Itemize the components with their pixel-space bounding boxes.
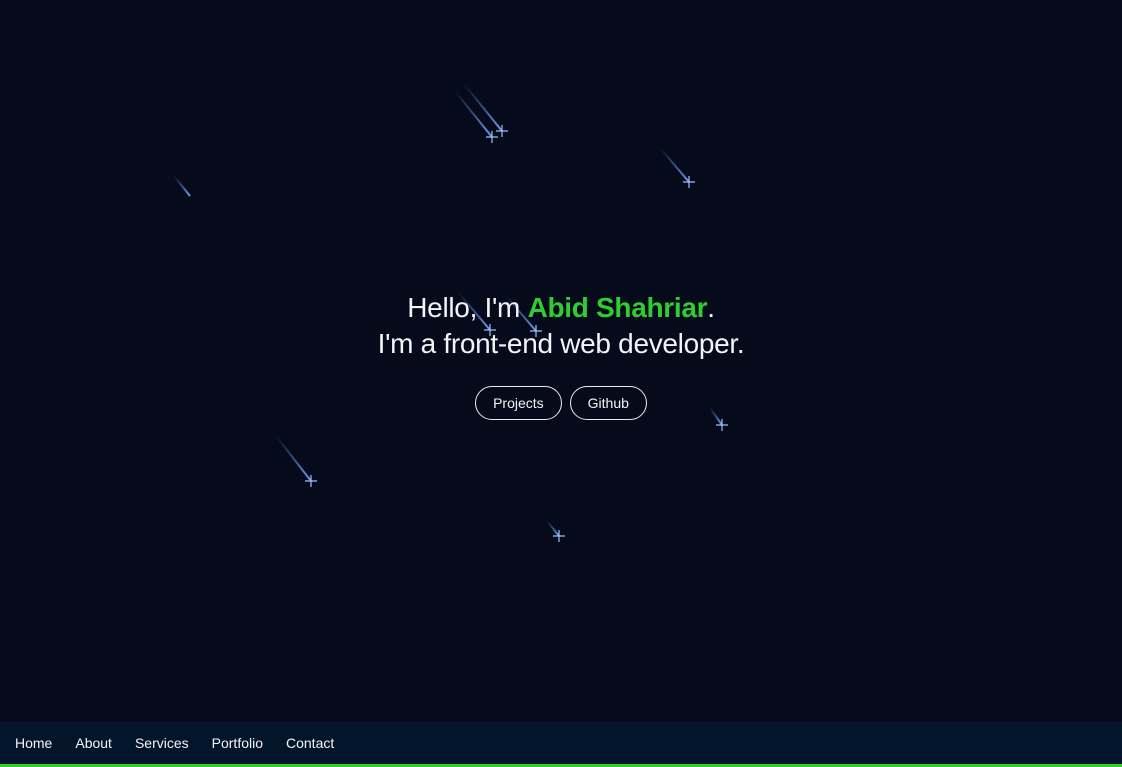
page: Hello, I'm Abid Shahriar. I'm a front-en…: [0, 0, 1122, 767]
developer-name: Abid Shahriar: [527, 292, 708, 323]
github-button[interactable]: Github: [569, 386, 647, 420]
nav-item-home[interactable]: Home: [15, 735, 52, 751]
greeting-line: Hello, I'm Abid Shahriar.: [0, 290, 1122, 326]
nav-item-about[interactable]: About: [75, 735, 112, 751]
nav-item-contact[interactable]: Contact: [286, 735, 334, 751]
shooting-star-icon: [275, 435, 317, 487]
greeting-text: Hello, I'm: [407, 292, 528, 323]
shooting-star-icon: [546, 520, 565, 542]
hero-buttons: Projects Github: [0, 386, 1122, 420]
bottom-navbar: Home About Services Portfolio Contact: [0, 722, 1122, 767]
tagline: I'm a front-end web developer.: [377, 328, 745, 359]
projects-button[interactable]: Projects: [475, 386, 562, 420]
hero-section: Hello, I'm Abid Shahriar. I'm a front-en…: [0, 0, 1122, 722]
shooting-star-icon: [659, 147, 695, 188]
shooting-star-icon: [453, 89, 498, 143]
shooting-star-icon: [173, 175, 191, 197]
hero-headline: Hello, I'm Abid Shahriar. I'm a front-en…: [0, 290, 1122, 362]
nav-item-services[interactable]: Services: [135, 735, 189, 751]
nav-item-portfolio[interactable]: Portfolio: [212, 735, 263, 751]
greeting-end: .: [707, 292, 715, 323]
shooting-star-icon: [463, 83, 508, 137]
